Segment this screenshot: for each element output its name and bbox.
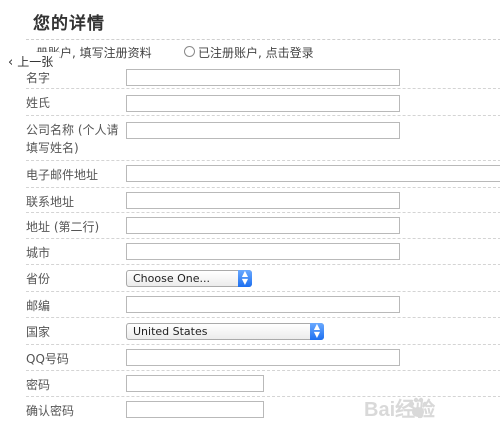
province-selected-value: Choose One... <box>133 272 210 285</box>
email-label: 电子邮件地址 <box>26 168 99 182</box>
form-row-province: 省份 Choose One... ▲ ▼ <box>26 265 500 292</box>
password-label: 密码 <box>26 378 51 392</box>
last-name-input[interactable] <box>126 95 400 112</box>
province-label: 省份 <box>26 272 51 286</box>
previous-button[interactable]: ‹ 上一张 <box>0 52 60 72</box>
form-row-country: 国家 United States ▲ ▼ <box>26 318 500 345</box>
postcode-label: 邮编 <box>26 299 51 313</box>
company-label: 公司名称 (个人请填写姓名) <box>26 123 119 155</box>
confirm-password-label: 确认密码 <box>26 404 75 418</box>
account-choice-row: 册账户, 填写注册资料 已注册账户, 点击登录 <box>26 42 500 62</box>
country-selected-value: United States <box>133 325 208 338</box>
address2-input[interactable] <box>126 217 400 234</box>
password-input[interactable] <box>126 375 264 392</box>
country-label: 国家 <box>26 325 51 339</box>
city-label: 城市 <box>26 246 51 260</box>
form-row-address2: 地址 (第二行) <box>26 213 500 239</box>
address1-label: 联系地址 <box>26 195 75 209</box>
form-row-first-name: 名字 <box>26 66 500 89</box>
confirm-password-input[interactable] <box>126 401 264 418</box>
existing-account-option-label: 已注册账户, 点击登录 <box>198 46 314 60</box>
city-input[interactable] <box>126 243 400 260</box>
form-row-email: 电子邮件地址 <box>26 161 500 188</box>
previous-button-label: 上一张 <box>17 55 54 69</box>
qq-input[interactable] <box>126 349 400 366</box>
form-row-password: 密码 <box>26 371 500 397</box>
existing-account-radio[interactable] <box>184 46 195 57</box>
title-divider <box>26 39 500 40</box>
country-select[interactable]: United States ▲ ▼ <box>126 323 324 340</box>
details-form: 名字 姓氏 公司名称 (个人请填写姓名) 电子邮件地址 联系地址 地址 (第二行… <box>26 66 500 421</box>
select-arrows-icon: ▲ ▼ <box>310 323 324 340</box>
address1-input[interactable] <box>126 192 400 209</box>
select-arrows-icon: ▲ ▼ <box>238 270 252 287</box>
form-row-confirm-password: 确认密码 <box>26 397 500 421</box>
province-select[interactable]: Choose One... ▲ ▼ <box>126 270 252 287</box>
address2-label: 地址 (第二行) <box>26 220 100 234</box>
qq-label: QQ号码 <box>26 352 69 366</box>
form-row-city: 城市 <box>26 239 500 265</box>
last-name-label: 姓氏 <box>26 96 51 110</box>
form-row-last-name: 姓氏 <box>26 89 500 116</box>
details-page: 您的详情 册账户, 填写注册资料 已注册账户, 点击登录 ‹ 上一张 名字 姓氏 … <box>0 0 500 437</box>
form-row-qq: QQ号码 <box>26 345 500 371</box>
company-input[interactable] <box>126 122 400 139</box>
chevron-left-icon: ‹ <box>8 55 14 70</box>
email-input[interactable] <box>126 165 500 182</box>
first-name-input[interactable] <box>126 69 400 86</box>
form-row-company: 公司名称 (个人请填写姓名) <box>26 116 500 161</box>
form-row-address1: 联系地址 <box>26 188 500 213</box>
section-title: 您的详情 <box>33 14 105 34</box>
form-row-postcode: 邮编 <box>26 292 500 318</box>
postcode-input[interactable] <box>126 296 400 313</box>
